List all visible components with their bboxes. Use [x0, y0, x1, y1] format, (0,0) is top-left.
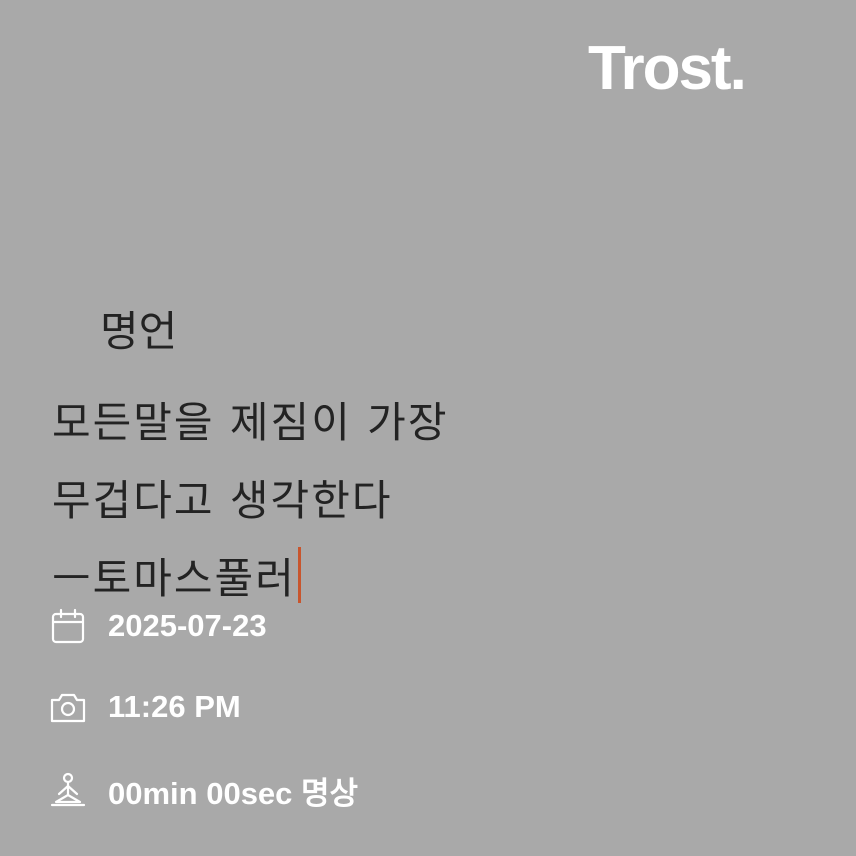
note-line: 무겁다고 생각한다 [52, 476, 393, 525]
note-line: 모든말을 제짐이 가장 [52, 398, 449, 447]
time-value: 11:26 PM [108, 689, 241, 724]
meditation-icon [46, 769, 90, 813]
date-row[interactable]: 2025-07-23 [46, 604, 267, 648]
camera-icon [46, 685, 90, 729]
text-cursor [297, 547, 301, 603]
calendar-icon [46, 604, 90, 648]
note-content[interactable]: 명언 모든말을 제짐이 가장 무겁다고 생각한다 ㅡ토마스풀러 [52, 296, 448, 618]
trost-logo: Trost. [588, 34, 747, 103]
meditation-row[interactable]: 00min 00sec 명상 [46, 768, 358, 813]
time-row[interactable]: 11:26 PM [46, 685, 241, 729]
note-line-text: ㅡ토마스풀러 [52, 554, 296, 603]
meditation-value: 00min 00sec 명상 [108, 776, 359, 811]
date-value: 2025-07-23 [108, 608, 267, 643]
note-title: 명언 [100, 307, 178, 356]
